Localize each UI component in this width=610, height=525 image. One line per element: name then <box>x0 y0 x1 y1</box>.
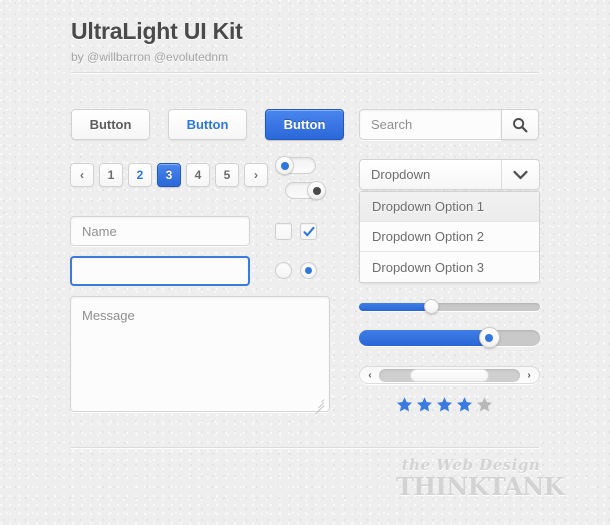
dropdown-selected-label: Dropdown <box>371 167 431 182</box>
pagination-page-2-label: 2 <box>136 168 144 182</box>
slider-fill <box>359 303 432 311</box>
pagination-page-3-label: 3 <box>165 168 173 182</box>
toggle-dot-icon <box>312 186 321 195</box>
dropdown: Dropdown Dropdown Option 1 Dropdown Opti… <box>359 159 540 283</box>
chevron-down-icon <box>513 170 528 179</box>
star-filled-icon[interactable] <box>416 396 433 413</box>
button-link-label: Button <box>186 117 229 132</box>
button-primary-label: Button <box>283 117 326 132</box>
star-rating[interactable] <box>396 396 493 413</box>
search-group <box>359 109 539 140</box>
dropdown-arrow <box>501 160 539 189</box>
star-filled-icon[interactable] <box>456 396 473 413</box>
chevron-right-icon: › <box>254 168 258 182</box>
checkbox-checked[interactable] <box>300 223 317 240</box>
page-title: UltraLight UI Kit <box>71 18 243 44</box>
star-filled-icon[interactable] <box>436 396 453 413</box>
horizontal-scrollbar[interactable]: ‹ › <box>359 366 540 384</box>
button-default-label: Button <box>89 117 132 132</box>
search-button[interactable] <box>501 109 539 140</box>
slider-fill <box>359 330 490 346</box>
chevron-left-icon: ‹ <box>368 369 372 381</box>
radio-unselected[interactable] <box>275 262 292 279</box>
header: UltraLight UI Kit by @willbarron @evolut… <box>71 18 539 64</box>
divider-bottom <box>71 447 539 448</box>
dropdown-toggle[interactable]: Dropdown <box>359 159 540 190</box>
pagination-next-button[interactable]: › <box>244 163 268 187</box>
button-link[interactable]: Button <box>168 109 247 140</box>
chevron-right-icon: › <box>527 369 531 381</box>
logo-script-text: the Web Design <box>401 456 541 474</box>
search-icon <box>513 117 528 132</box>
logo-main-text: THINKTANK <box>396 472 565 501</box>
checkbox-unchecked[interactable] <box>275 223 292 240</box>
dropdown-option-1[interactable]: Dropdown Option 1 <box>360 192 539 222</box>
search-input[interactable] <box>359 109 501 140</box>
dropdown-option-list: Dropdown Option 1 Dropdown Option 2 Drop… <box>359 191 540 283</box>
pagination-page-4[interactable]: 4 <box>186 163 210 187</box>
pagination-page-1-label: 1 <box>107 168 115 182</box>
slider-handle[interactable] <box>423 299 439 314</box>
radio-selected[interactable] <box>300 262 317 279</box>
slider-thick[interactable] <box>359 327 540 348</box>
ui-kit-page: UltraLight UI Kit by @willbarron @evolut… <box>0 0 610 525</box>
scrollbar-rail[interactable] <box>379 368 520 382</box>
toggle-knob <box>275 156 294 175</box>
slider-handle[interactable] <box>478 327 500 348</box>
star-empty-icon[interactable] <box>476 396 493 413</box>
pagination-page-4-label: 4 <box>194 168 202 182</box>
pagination: ‹ 1 2 3 4 5 › <box>70 163 268 187</box>
dropdown-option-2-label: Dropdown Option 2 <box>372 229 485 244</box>
footer-logo: the Web Design THINKTANK <box>396 456 565 501</box>
scrollbar-thumb[interactable] <box>410 368 489 382</box>
divider-top <box>71 72 539 73</box>
scrollbar-left-button[interactable]: ‹ <box>362 368 378 382</box>
pagination-page-5-label: 5 <box>223 168 231 182</box>
name-input[interactable] <box>70 216 250 246</box>
toggle-switch-on-right[interactable] <box>285 181 326 200</box>
slider-handle-dot-icon <box>485 333 494 342</box>
button-row: Button Button Button <box>71 109 344 140</box>
button-default[interactable]: Button <box>71 109 150 140</box>
dropdown-option-1-label: Dropdown Option 1 <box>372 199 485 214</box>
pagination-page-1[interactable]: 1 <box>99 163 123 187</box>
toggle-switch-on-left[interactable] <box>275 156 316 175</box>
dropdown-option-3-label: Dropdown Option 3 <box>372 259 485 275</box>
message-textarea[interactable] <box>70 296 330 412</box>
radio-dot-icon <box>305 267 312 274</box>
page-subtitle: by @willbarron @evolutednm <box>71 50 229 64</box>
toggle-dot-icon <box>280 161 289 170</box>
toggle-knob <box>307 181 326 200</box>
pagination-page-2[interactable]: 2 <box>128 163 152 187</box>
dropdown-option-2[interactable]: Dropdown Option 2 <box>360 222 539 252</box>
pagination-prev-button[interactable]: ‹ <box>70 163 94 187</box>
pagination-page-3[interactable]: 3 <box>157 163 181 187</box>
scrollbar-right-button[interactable]: › <box>521 368 537 382</box>
dropdown-option-3[interactable]: Dropdown Option 3 <box>360 252 539 282</box>
pagination-page-5[interactable]: 5 <box>215 163 239 187</box>
slider-thin[interactable] <box>359 299 540 314</box>
chevron-left-icon: ‹ <box>80 168 84 182</box>
focused-input[interactable] <box>70 256 250 286</box>
star-filled-icon[interactable] <box>396 396 413 413</box>
button-primary[interactable]: Button <box>265 109 344 140</box>
checkmark-icon <box>302 226 315 236</box>
